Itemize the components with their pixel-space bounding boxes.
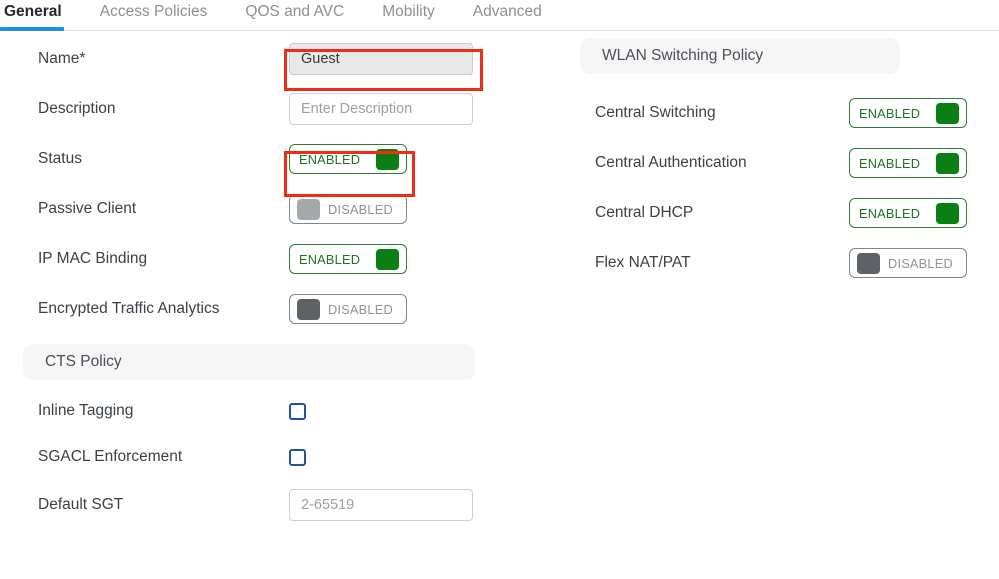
field-row-passive-client: Passive Client DISABLED bbox=[0, 184, 520, 234]
tab-access-policies[interactable]: Access Policies bbox=[100, 0, 208, 28]
toggle-knob-icon bbox=[857, 252, 880, 274]
field-row-flex-nat-pat: Flex NAT/PAT DISABLED bbox=[560, 238, 999, 288]
sgacl-enforcement-label: SGACL Enforcement bbox=[38, 448, 183, 465]
default-sgt-label: Default SGT bbox=[38, 496, 124, 513]
status-toggle-label: ENABLED bbox=[299, 151, 361, 167]
field-row-sgacl-enforcement: SGACL Enforcement bbox=[0, 434, 520, 480]
central-switching-label: Central Switching bbox=[595, 104, 716, 121]
field-row-ip-mac-binding: IP MAC Binding ENABLED bbox=[0, 234, 520, 284]
general-settings-left-column: Name* Description Status ENABLED Passive… bbox=[0, 31, 520, 579]
tab-advanced-label: Advanced bbox=[472, 3, 542, 20]
central-dhcp-label: Central DHCP bbox=[595, 204, 694, 221]
wlan-switching-policy-header-label: WLAN Switching Policy bbox=[602, 47, 764, 64]
ip-mac-binding-toggle[interactable]: ENABLED bbox=[289, 244, 407, 274]
tab-general[interactable]: General bbox=[0, 0, 64, 31]
central-authentication-label: Central Authentication bbox=[595, 154, 747, 171]
central-authentication-toggle-label: ENABLED bbox=[859, 155, 921, 171]
cts-policy-section-header: CTS Policy bbox=[23, 344, 475, 380]
description-input[interactable] bbox=[289, 93, 473, 125]
flex-nat-pat-label: Flex NAT/PAT bbox=[595, 254, 691, 271]
field-row-central-dhcp: Central DHCP ENABLED bbox=[560, 188, 999, 238]
field-row-name: Name* bbox=[0, 34, 520, 84]
central-dhcp-toggle-label: ENABLED bbox=[859, 205, 921, 221]
passive-client-label: Passive Client bbox=[38, 200, 137, 217]
encrypted-traffic-analytics-toggle[interactable]: DISABLED bbox=[289, 294, 407, 324]
central-switching-toggle[interactable]: ENABLED bbox=[849, 98, 967, 128]
tab-qos-and-avc-label: QOS and AVC bbox=[245, 3, 345, 20]
encrypted-traffic-analytics-label: Encrypted Traffic Analytics bbox=[38, 300, 220, 317]
toggle-knob-icon bbox=[297, 298, 320, 320]
tab-access-policies-label: Access Policies bbox=[99, 3, 208, 20]
field-row-inline-tagging: Inline Tagging bbox=[0, 388, 520, 434]
passive-client-toggle[interactable]: DISABLED bbox=[289, 194, 407, 224]
ip-mac-binding-label: IP MAC Binding bbox=[38, 250, 148, 267]
inline-tagging-label: Inline Tagging bbox=[38, 402, 134, 419]
tab-mobility[interactable]: Mobility bbox=[382, 0, 435, 28]
field-row-encrypted-traffic-analytics: Encrypted Traffic Analytics DISABLED bbox=[0, 284, 520, 334]
tab-general-label: General bbox=[4, 3, 62, 20]
tab-mobility-label: Mobility bbox=[382, 3, 435, 20]
central-authentication-toggle[interactable]: ENABLED bbox=[849, 148, 967, 178]
toggle-knob-icon bbox=[376, 248, 399, 270]
description-label: Description bbox=[38, 100, 116, 117]
field-row-central-authentication: Central Authentication ENABLED bbox=[560, 138, 999, 188]
tab-list: General Access Policies QOS and AVC Mobi… bbox=[0, 0, 999, 31]
tab-advanced[interactable]: Advanced bbox=[473, 0, 542, 28]
field-row-central-switching: Central Switching ENABLED bbox=[560, 88, 999, 138]
sgacl-enforcement-checkbox[interactable] bbox=[289, 448, 306, 466]
field-row-default-sgt: Default SGT bbox=[0, 480, 520, 530]
flex-nat-pat-toggle-label: DISABLED bbox=[888, 255, 953, 271]
field-row-status: Status ENABLED bbox=[0, 134, 520, 184]
wlan-switching-policy-section-header: WLAN Switching Policy bbox=[580, 38, 900, 74]
ip-mac-binding-toggle-label: ENABLED bbox=[299, 251, 361, 267]
tab-bar: General Access Policies QOS and AVC Mobi… bbox=[0, 0, 999, 31]
toggle-knob-icon bbox=[936, 102, 959, 124]
status-label: Status bbox=[38, 150, 82, 167]
toggle-knob-icon bbox=[376, 148, 399, 170]
name-input[interactable] bbox=[289, 43, 473, 75]
cts-policy-header-label: CTS Policy bbox=[45, 353, 122, 370]
flex-nat-pat-toggle[interactable]: DISABLED bbox=[849, 248, 967, 278]
name-label: Name* bbox=[38, 50, 86, 67]
central-switching-toggle-label: ENABLED bbox=[859, 105, 921, 121]
default-sgt-input[interactable] bbox=[289, 489, 473, 521]
general-settings-right-column: WLAN Switching Policy Central Switching … bbox=[560, 31, 999, 579]
toggle-knob-icon bbox=[936, 152, 959, 174]
inline-tagging-checkbox[interactable] bbox=[289, 402, 306, 420]
status-toggle[interactable]: ENABLED bbox=[289, 144, 407, 174]
toggle-knob-icon bbox=[936, 202, 959, 224]
toggle-knob-icon bbox=[297, 198, 320, 220]
encrypted-traffic-analytics-toggle-label: DISABLED bbox=[328, 301, 393, 317]
central-dhcp-toggle[interactable]: ENABLED bbox=[849, 198, 967, 228]
tab-qos-and-avc[interactable]: QOS and AVC bbox=[245, 0, 344, 28]
passive-client-toggle-label: DISABLED bbox=[328, 201, 393, 217]
field-row-description: Description bbox=[0, 84, 520, 134]
